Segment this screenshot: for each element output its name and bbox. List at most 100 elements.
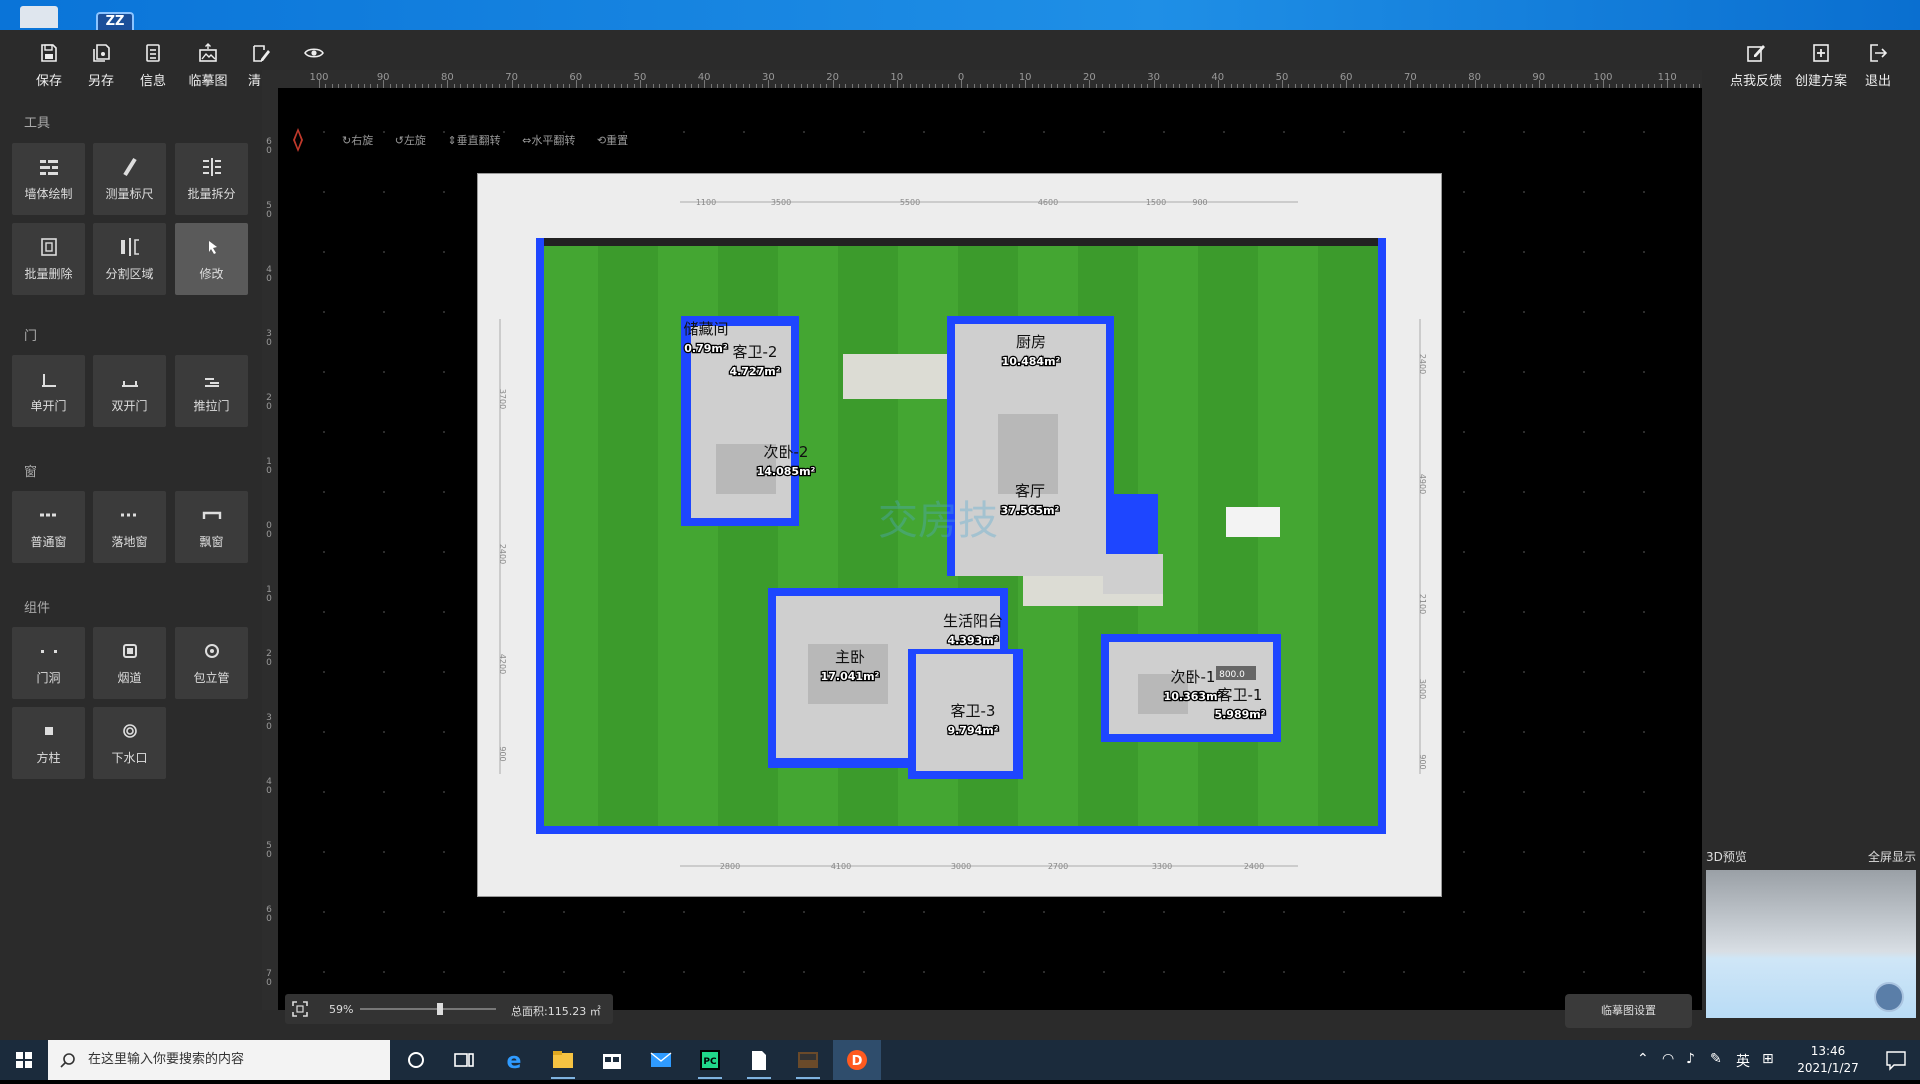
room-name[interactable]: 次卧-2	[764, 443, 809, 461]
room-name[interactable]: 厨房	[1016, 333, 1046, 351]
flip-horizontal-button[interactable]: ⇔水平翻转	[522, 134, 575, 147]
ruler-h-tick	[1622, 84, 1624, 88]
split-area-tool[interactable]: 分割区域	[93, 223, 166, 295]
batch-delete-tool[interactable]: 批量删除	[12, 223, 85, 295]
pen-icon[interactable]: ✎	[1710, 1051, 1722, 1067]
ruler-v-label: 5 0	[266, 201, 272, 220]
ime-indicator[interactable]: 英	[1736, 1051, 1750, 1071]
batch-split-label: 批量拆分	[187, 187, 236, 201]
clock[interactable]: 13:46 2021/1/27	[1773, 1043, 1883, 1077]
ruler-h-tick	[1635, 84, 1637, 88]
dimension-label: 2100	[1418, 594, 1427, 614]
ruler-h-tick	[1564, 84, 1566, 88]
network-icon[interactable]: ◠	[1662, 1051, 1674, 1067]
room-name[interactable]: 客卫-3	[951, 702, 996, 720]
normal-window-label: 普通窗	[30, 535, 67, 549]
ruler-h-tick	[973, 84, 975, 88]
ruler-h-tick	[1481, 84, 1483, 88]
save-as-button[interactable]: 另存	[79, 42, 123, 89]
ruler-h-tick	[684, 84, 686, 88]
room-name[interactable]: 客卫-2	[733, 343, 778, 361]
active-app-slot[interactable]: D	[833, 1040, 881, 1080]
room-name[interactable]: 客卫-1	[1218, 686, 1263, 704]
flue-tool[interactable]: 烟道	[93, 627, 166, 699]
trace-settings-button[interactable]: 临摹图设置	[1565, 994, 1692, 1028]
ruler-h-tick	[1647, 84, 1649, 88]
doorway-tool[interactable]: 门洞	[12, 627, 85, 699]
modify-tool[interactable]: 修改	[175, 223, 248, 295]
exit-button[interactable]: 退出	[1856, 42, 1900, 89]
trace-image-button[interactable]: 临摹图	[185, 42, 231, 89]
sliding-door-tool[interactable]: 推拉门	[175, 355, 248, 427]
mail-icon[interactable]	[637, 1040, 685, 1080]
room-name[interactable]: 储藏间	[683, 320, 728, 338]
batch-split-tool[interactable]: 批量拆分	[175, 143, 248, 215]
taskbar-search-box[interactable]: 在这里输入你要搜索的内容	[48, 1040, 390, 1080]
room-area: 14.085m²	[757, 465, 816, 478]
notification-icon[interactable]	[1872, 1040, 1920, 1080]
floor-drain-tool[interactable]: 下水口	[93, 707, 166, 779]
edge-browser-icon[interactable]: e	[490, 1040, 538, 1080]
single-door-tool[interactable]: 单开门	[12, 355, 85, 427]
volume-icon[interactable]: ♪	[1686, 1051, 1695, 1067]
ruler-h-tick	[518, 84, 520, 88]
wall-draw-tool[interactable]: 墙体绘制	[12, 143, 85, 215]
ruler-h-tick	[319, 80, 320, 88]
zoom-slider-track[interactable]	[360, 1003, 496, 1015]
reset-button[interactable]: ⟲重置	[597, 134, 628, 147]
ruler-h-tick	[383, 80, 385, 88]
room-name[interactable]: 主卧	[835, 648, 865, 666]
rotate-right-button[interactable]: ↻右旋	[342, 134, 373, 147]
tray-chevron-up-icon[interactable]: ⌃	[1637, 1051, 1649, 1067]
store-icon[interactable]	[588, 1040, 636, 1080]
zoom-slider-thumb[interactable]	[437, 1003, 443, 1015]
measure-ruler-label: 测量标尺	[105, 187, 154, 201]
svg-text:PC: PC	[703, 1057, 717, 1067]
pycharm-icon[interactable]: PC	[686, 1040, 734, 1080]
info-button[interactable]: 信息	[131, 42, 175, 89]
measure-ruler-tool[interactable]: 测量标尺	[93, 143, 166, 215]
chat-icon[interactable]	[1874, 982, 1904, 1012]
ruler-h-tick	[1525, 84, 1527, 88]
recycle-bin-icon[interactable]	[20, 6, 58, 28]
square-column-tool[interactable]: 方柱	[12, 707, 85, 779]
windows-start-icon[interactable]	[0, 1040, 48, 1080]
ime-mode-icon[interactable]: ⊞	[1762, 1051, 1774, 1067]
pipe-wrap-tool[interactable]: 包立管	[175, 627, 248, 699]
ruler-v-label: 3 0	[266, 713, 272, 732]
ruler-h-tick	[986, 84, 988, 88]
ruler-h-tick	[1346, 80, 1348, 88]
ruler-v-label: 0 0	[266, 521, 272, 540]
save-button[interactable]: 保存	[27, 42, 71, 89]
task-view-icon[interactable]	[440, 1040, 488, 1080]
room-name[interactable]: 次卧-1	[1171, 668, 1216, 686]
bay-window-tool[interactable]: 飘窗	[175, 491, 248, 563]
ruler-h-tick	[1185, 84, 1187, 88]
create-plan-button[interactable]: 创建方案	[1793, 42, 1849, 89]
ruler-h-tick	[396, 84, 398, 88]
double-door-tool[interactable]: 双开门	[93, 355, 166, 427]
floor-window-tool[interactable]: 落地窗	[93, 491, 166, 563]
normal-window-tool[interactable]: 普通窗	[12, 491, 85, 563]
3d-preview-viewport[interactable]	[1706, 870, 1916, 1018]
file-explorer-icon[interactable]	[539, 1040, 587, 1080]
fullscreen-button[interactable]: 全屏显示	[1868, 848, 1916, 865]
ruler-h-tick	[729, 84, 731, 88]
screen-capture-icon[interactable]	[784, 1040, 832, 1080]
feedback-button[interactable]: 点我反馈	[1728, 42, 1784, 89]
ruler-h-tick	[601, 84, 603, 88]
ruler-h-tick	[1692, 84, 1694, 88]
ruler-h-tick	[1339, 84, 1341, 88]
flip-vertical-button[interactable]: ⇕垂直翻转	[447, 134, 500, 147]
cortana-icon[interactable]	[392, 1040, 440, 1080]
room-name[interactable]: 生活阳台	[943, 612, 1003, 630]
room-name[interactable]: 客厅	[1015, 482, 1045, 500]
ruler-h-tick	[524, 84, 526, 88]
fit-view-icon[interactable]	[291, 1000, 309, 1018]
app-icon[interactable]: ZZ	[96, 12, 134, 30]
notepad-icon[interactable]	[735, 1040, 783, 1080]
ruler-h-tick	[575, 80, 577, 88]
ruler-h-tick	[1057, 84, 1059, 88]
floor-plan-image[interactable]: 储藏间 0.79m² 客卫-2 4.727m² 次卧-2 14.085m² 厨房 10.484…	[477, 173, 1442, 897]
rotate-left-button[interactable]: ↺左旋	[395, 134, 426, 147]
